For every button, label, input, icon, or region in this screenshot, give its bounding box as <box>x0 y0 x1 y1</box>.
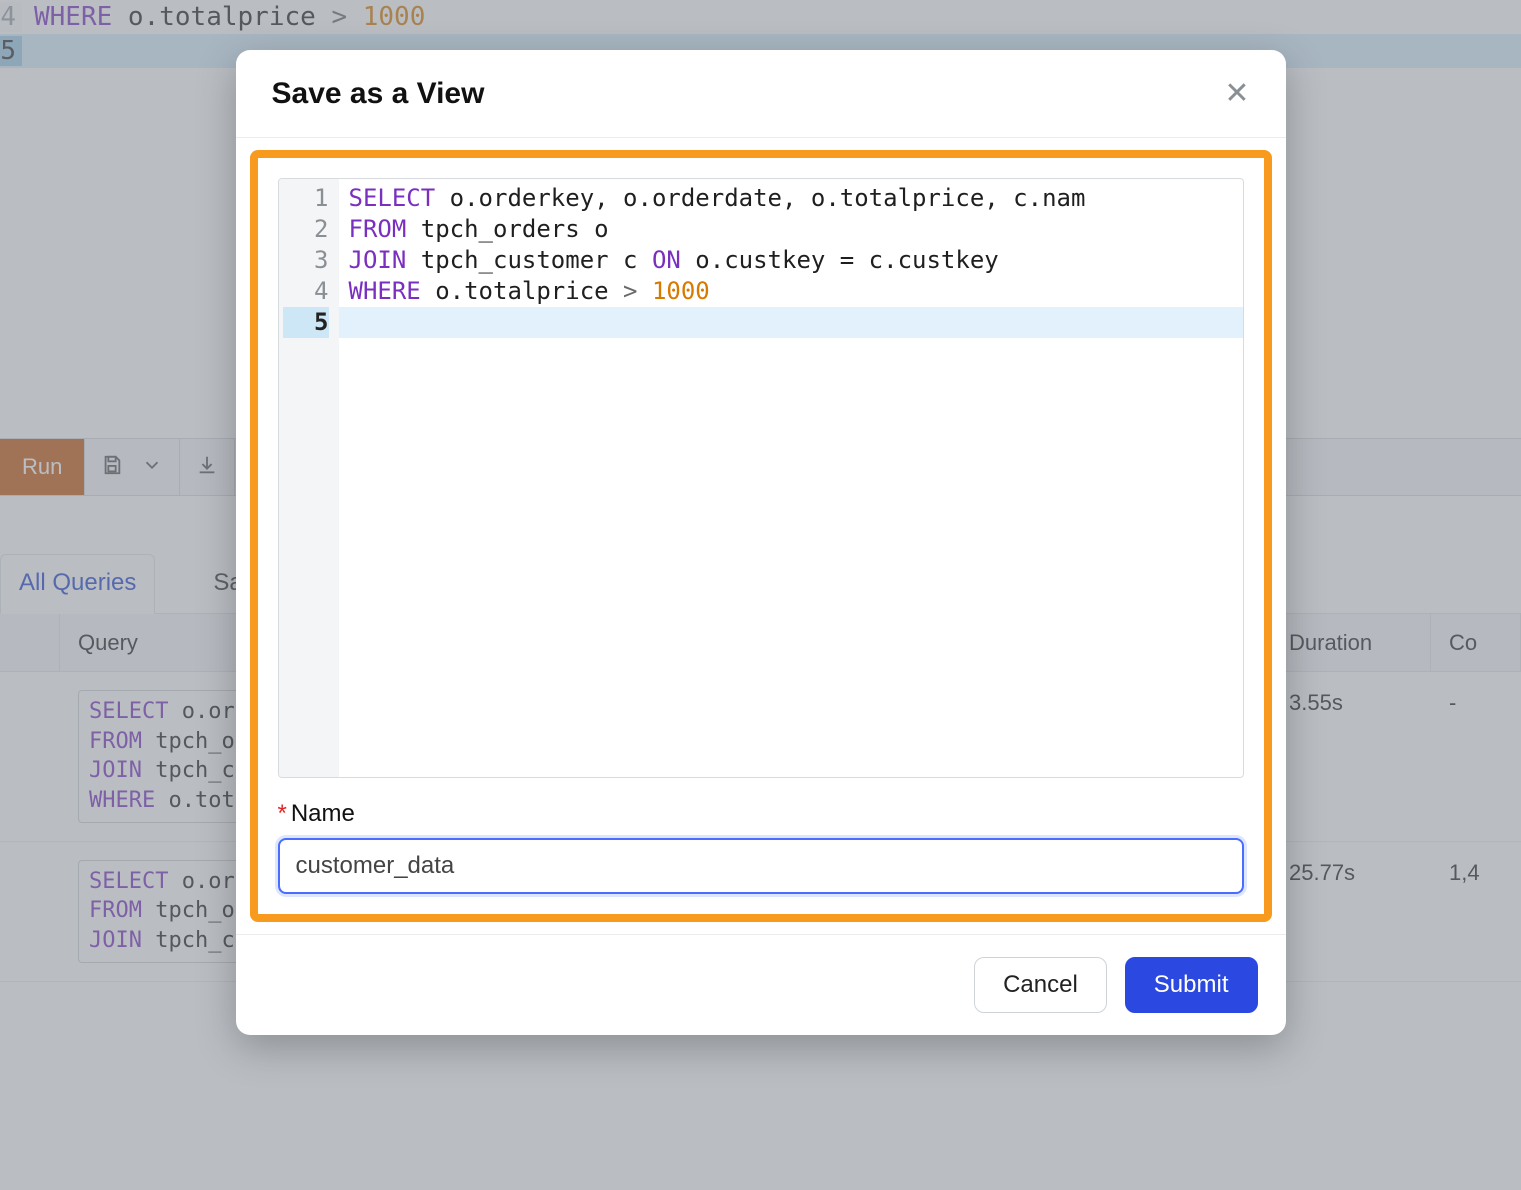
code-line: SELECT o.orderkey, o.orderdate, o.totalp… <box>339 183 1243 214</box>
line-number: 5 <box>283 307 329 338</box>
line-number-gutter: 12345 <box>279 179 339 777</box>
save-view-dialog: Save as a View ✕ 12345 SELECT o.orderkey… <box>236 50 1286 1035</box>
code-line: WHERE o.totalprice > 1000 <box>339 276 1243 307</box>
view-name-input[interactable] <box>278 838 1244 894</box>
name-field-label: *Name <box>278 800 1244 828</box>
sql-preview-editor[interactable]: 12345 SELECT o.orderkey, o.orderdate, o.… <box>278 178 1244 778</box>
code-line <box>339 307 1243 338</box>
dialog-body-highlight: 12345 SELECT o.orderkey, o.orderdate, o.… <box>250 150 1272 922</box>
cancel-button[interactable]: Cancel <box>974 957 1107 1013</box>
dialog-title: Save as a View <box>272 77 485 111</box>
submit-button[interactable]: Submit <box>1125 957 1258 1013</box>
dialog-header: Save as a View ✕ <box>236 50 1286 138</box>
dialog-footer: Cancel Submit <box>236 934 1286 1035</box>
code-line: JOIN tpch_customer c ON o.custkey = c.cu… <box>339 245 1243 276</box>
code-line: FROM tpch_orders o <box>339 214 1243 245</box>
sql-preview-code: SELECT o.orderkey, o.orderdate, o.totalp… <box>339 179 1243 777</box>
line-number: 4 <box>283 276 329 307</box>
modal-overlay[interactable]: Save as a View ✕ 12345 SELECT o.orderkey… <box>0 0 1521 1190</box>
line-number: 3 <box>283 245 329 276</box>
line-number: 2 <box>283 214 329 245</box>
close-button[interactable]: ✕ <box>1224 76 1249 111</box>
close-icon: ✕ <box>1224 77 1249 110</box>
required-asterisk: * <box>278 800 287 827</box>
line-number: 1 <box>283 183 329 214</box>
